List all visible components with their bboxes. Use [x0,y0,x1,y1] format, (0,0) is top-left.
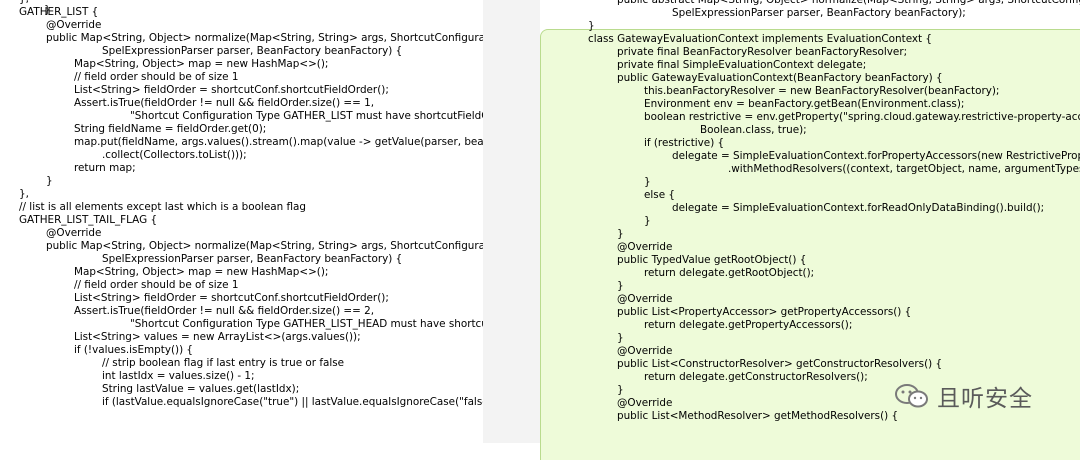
left-code-line: // strip boolean flag if last entry is t… [102,357,345,369]
right-code-line: public List<PropertyAccessor> getPropert… [617,306,912,318]
right-code-line: @Override [617,241,673,253]
right-code-line: delegate = SimpleEvaluationContext.forPr… [672,150,1080,162]
right-code-block: public abstract Map<String, Object> norm… [540,0,1080,443]
left-code-panel: }},GATHER_LIST {@Overridepublic Map<Stri… [0,0,483,443]
right-code-line: return delegate.getPropertyAccessors(); [644,319,853,331]
left-code-line: Map<String, Object> map = new HashMap<>(… [74,266,329,278]
right-code-line: delegate = SimpleEvaluationContext.forRe… [672,202,1045,214]
left-code-line: List<String> values = new ArrayList<>(ar… [74,331,361,343]
right-code-line: public List<ConstructorResolver> getCons… [617,358,943,370]
right-code-line: } [617,228,624,240]
right-code-line: if (restrictive) { [644,137,725,149]
left-code-line: Assert.isTrue(fieldOrder != null && fiel… [74,305,375,317]
left-code-line: if (lastValue.equalsIgnoreCase("true") |… [102,396,483,408]
wechat-official-account-icon [893,381,931,411]
left-code-line: @Override [46,19,102,31]
right-code-line: } [644,176,651,188]
right-code-line: else { [644,189,675,201]
right-code-line: } [617,384,624,396]
left-code-line: .collect(Collectors.toList())); [102,149,247,161]
watermark: 且听安全 [893,378,1033,414]
right-code-line: } [617,332,624,344]
right-code-line: boolean restrictive = env.getProperty("s… [644,111,1080,123]
right-code-line: public List<MethodResolver> getMethodRes… [617,410,899,422]
right-code-line: @Override [617,293,673,305]
left-code-line: map.put(fieldName, args.values().stream(… [74,136,483,148]
left-code-line: // field order should be of size 1 [74,71,239,83]
right-code-line: } [588,20,595,32]
left-code-line: if (!values.isEmpty()) { [74,344,194,356]
right-code-line: public TypedValue getRootObject() { [617,254,807,266]
left-code-line: Assert.isTrue(fieldOrder != null && fiel… [74,97,375,109]
left-code-line: SpelExpressionParser parser, BeanFactory… [102,253,403,265]
right-code-line: private final BeanFactoryResolver beanFa… [617,46,908,58]
left-code-line: } [46,175,53,187]
left-code-line: String lastValue = values.get(lastIdx); [102,383,300,395]
left-code-line: public Map<String, Object> normalize(Map… [46,32,483,44]
left-code-line: Map<String, Object> map = new HashMap<>(… [74,58,329,70]
left-code-line: List<String> fieldOrder = shortcutConf.s… [74,292,389,304]
right-code-line: this.beanFactoryResolver = new BeanFacto… [644,85,1000,97]
right-code-line: @Override [617,345,673,357]
left-code-line: }, [19,188,29,200]
left-code-line: List<String> fieldOrder = shortcutConf.s… [74,84,389,96]
right-code-line: private final SimpleEvaluationContext de… [617,59,867,71]
right-code-line: SpelExpressionParser parser, BeanFactory… [672,7,966,19]
right-code-line: Boolean.class, true); [700,124,807,136]
left-code-line: "Shortcut Configuration Type GATHER_LIST… [130,110,483,122]
left-code-line: GATHER_LIST { [19,6,99,18]
right-code-line: return delegate.getConstructorResolvers(… [644,371,868,383]
right-code-line: public GatewayEvaluationContext(BeanFact… [617,72,943,84]
right-code-line: } [617,280,624,292]
left-code-line: return map; [74,162,136,174]
right-code-line: } [644,215,651,227]
right-code-line: public abstract Map<String, Object> norm… [617,0,1080,6]
right-code-line: .withMethodResolvers((context, targetObj… [728,163,1080,175]
left-code-line: int lastIdx = values.size() - 1; [102,370,255,382]
left-code-line: "Shortcut Configuration Type GATHER_LIST… [130,318,483,330]
panel-gutter [483,0,540,443]
left-code-line: public Map<String, Object> normalize(Map… [46,240,483,252]
left-code-line: @Override [46,227,102,239]
left-code-line: SpelExpressionParser parser, BeanFactory… [102,45,403,57]
right-code-line: Environment env = beanFactory.getBean(En… [644,98,965,110]
left-code-line: String fieldName = fieldOrder.get(0); [74,123,267,135]
watermark-text: 且听安全 [937,386,1033,412]
right-code-line: @Override [617,397,673,409]
left-code-line: // field order should be of size 1 [74,279,239,291]
right-code-line: class GatewayEvaluationContext implement… [588,33,933,45]
left-code-line: // list is all elements except last whic… [19,201,306,213]
left-code-line: GATHER_LIST_TAIL_FLAG { [19,214,158,226]
right-code-line: return delegate.getRootObject(); [644,267,815,279]
